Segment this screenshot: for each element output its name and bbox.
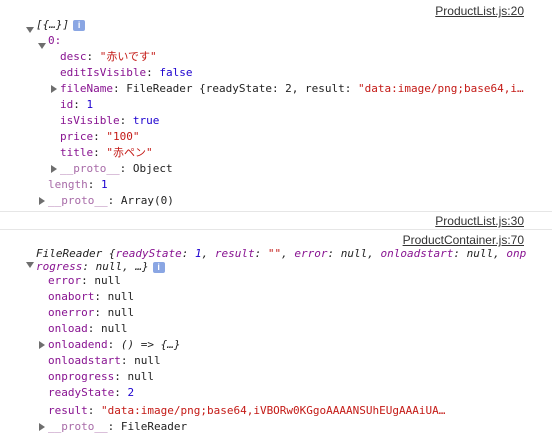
prop-fileName[interactable]: fileName: FileReader {readyState: 2, res… [60,81,524,97]
console-entry-filereader: ProductContainer.js:70 FileReader {ready… [0,230,552,439]
prop-readyState: readyState: 2 [48,386,135,399]
expand-toggle-icon[interactable] [26,27,34,33]
info-icon[interactable]: i [73,19,86,31]
prop-price: price: "100" [60,130,140,143]
prop-proto[interactable]: __proto__: Array(0) [48,193,174,209]
prop-onprogress: onprogress: null [48,370,154,383]
console-entry-array: ProductList.js:20 [{…}] i 0: desc: "赤いです"… [0,0,552,211]
expand-toggle-icon[interactable] [38,43,46,49]
source-link[interactable]: ProductList.js:20 [435,4,524,18]
prop-editIsVisible: editIsVisible: false [60,66,193,79]
expand-toggle-icon[interactable] [39,341,45,349]
prop-title: title: "赤ペン" [60,146,153,159]
prop-desc: desc: "赤いです" [60,50,157,63]
source-link[interactable]: ProductList.js:30 [435,214,524,228]
prop-onabort: onabort: null [48,290,135,303]
prop-onload: onload: null [48,322,128,335]
expand-toggle-icon[interactable] [51,85,57,93]
source-link[interactable]: ProductContainer.js:70 [403,233,524,247]
prop-proto[interactable]: __proto__: Object [60,161,173,177]
prop-result: result: "data:image/png;base64,iVBORw0KG… [48,404,446,417]
console-entry-empty: ProductList.js:30 [0,212,552,229]
expand-toggle-icon[interactable] [51,165,57,173]
prop-length: length: 1 [48,178,108,191]
prop-isVisible: isVisible: true [60,114,160,127]
expand-toggle-icon[interactable] [39,423,45,431]
array-summary[interactable]: [{…}] i [36,17,86,33]
info-icon[interactable]: i [152,261,165,273]
expand-toggle-icon[interactable] [26,262,34,268]
prop-id: id: 1 [60,98,94,111]
prop-error: error: null [48,274,121,287]
expand-toggle-icon[interactable] [39,197,45,205]
prop-onloadstart: onloadstart: null [48,354,161,367]
array-item-index[interactable]: 0: [48,33,61,49]
prop-onerror: onerror: null [48,306,135,319]
prop-onloadend[interactable]: onloadend: () => {…} [48,337,180,353]
prop-proto[interactable]: __proto__: FileReader [48,419,187,435]
